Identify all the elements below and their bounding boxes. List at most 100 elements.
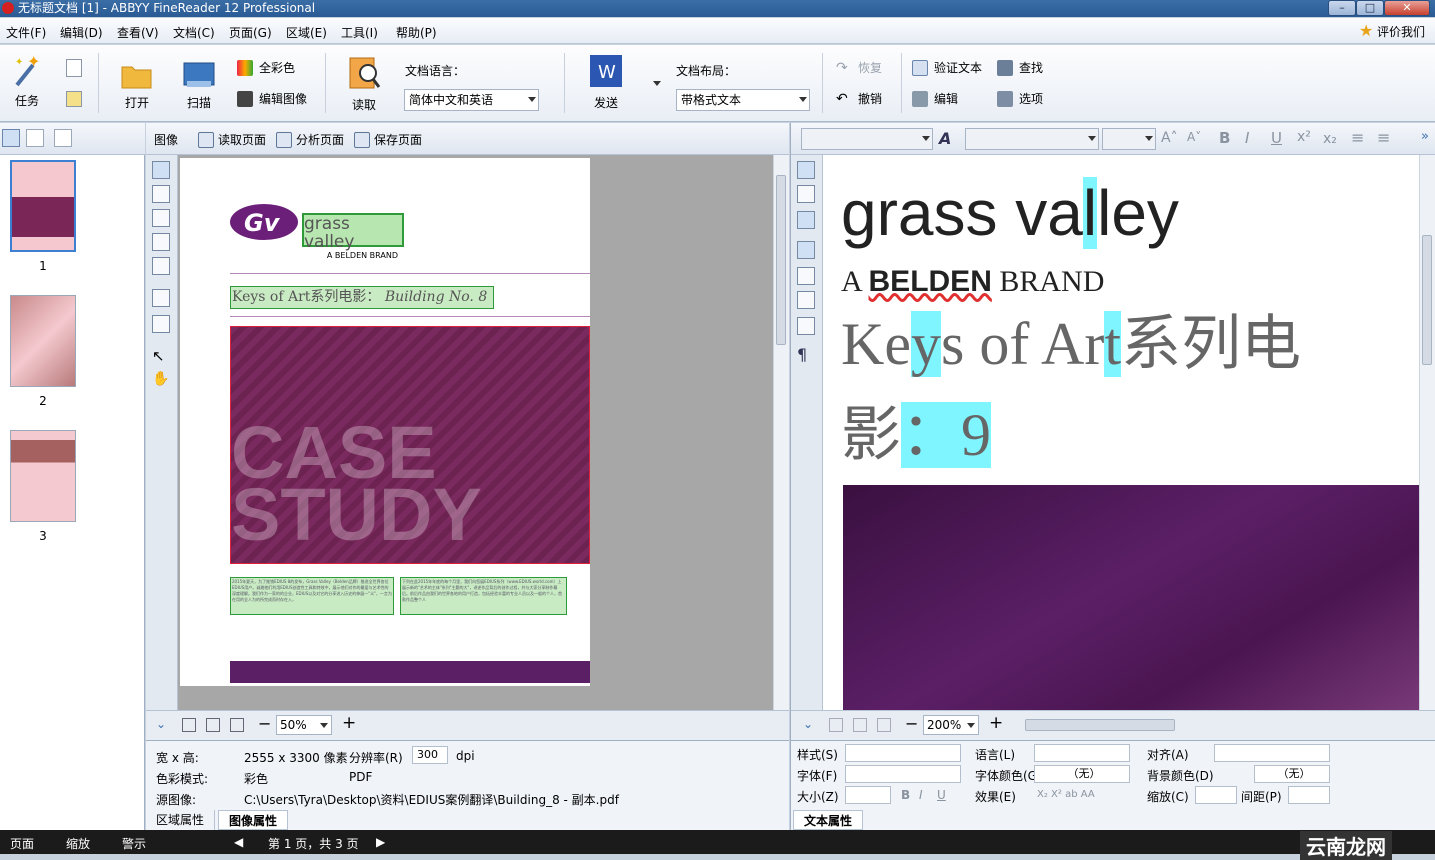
align-left-icon[interactable]: ≡ — [1351, 128, 1364, 147]
menu-edit[interactable]: 编辑(D) — [60, 24, 103, 41]
edit-image-button[interactable]: 编辑图像 — [237, 90, 307, 108]
fit-page-icon[interactable] — [829, 718, 843, 732]
menu-document[interactable]: 文档(C) — [173, 24, 215, 41]
zoom-out-icon[interactable]: − — [905, 714, 918, 733]
align-center-icon[interactable]: ≡ — [1377, 128, 1390, 147]
text-block-1[interactable]: 2015年夏天，为了推销EDIUS 8的发布，Grass Valley（Beld… — [230, 577, 394, 615]
delete-area-icon[interactable] — [152, 289, 170, 307]
font-color-field[interactable]: （无） — [1034, 765, 1130, 783]
menu-tools[interactable]: 工具(I) — [341, 24, 378, 41]
page-tool-icon[interactable] — [797, 185, 815, 203]
pointer-icon[interactable]: ↖ — [152, 347, 170, 365]
effect-icons[interactable]: X₂ X² ab AA — [1037, 789, 1095, 800]
style-select[interactable] — [801, 128, 933, 150]
superscript-icon[interactable]: x² — [1297, 129, 1311, 145]
tab-image-properties[interactable]: 图像属性 — [218, 810, 289, 830]
status-zoom[interactable]: 缩放 — [66, 835, 90, 852]
image-vertical-scrollbar[interactable] — [773, 155, 789, 710]
grow-font-icon[interactable]: A˄ — [1161, 130, 1178, 146]
fit-height-icon[interactable] — [877, 718, 891, 732]
tab-text-properties[interactable]: 文本属性 — [793, 810, 864, 830]
open-image-icon[interactable] — [66, 91, 82, 107]
close-button[interactable]: ✕ — [1384, 0, 1430, 16]
open-button[interactable]: 打开 — [115, 59, 159, 111]
zoom-in-icon[interactable]: + — [989, 713, 1003, 733]
fit-height-icon[interactable] — [230, 718, 244, 732]
bg-color-field[interactable]: （无） — [1254, 765, 1330, 783]
barcode-area-icon[interactable] — [152, 257, 170, 275]
page-thumbnail-2[interactable] — [10, 295, 76, 387]
order-areas-icon[interactable] — [152, 315, 170, 333]
text-tool-icon[interactable] — [797, 161, 815, 179]
next-page-icon[interactable]: ▶ — [376, 835, 385, 849]
logo-text-area[interactable]: grass valley A BELDEN BRAND — [302, 213, 404, 260]
subscript-icon[interactable]: x₂ — [1323, 131, 1337, 147]
menu-page[interactable]: 页面(G) — [229, 24, 272, 41]
spelling-icon[interactable] — [797, 241, 815, 259]
new-document-icon[interactable] — [66, 59, 82, 77]
shrink-font-icon[interactable]: A˅ — [1187, 130, 1201, 144]
hand-icon[interactable]: ✋ — [152, 371, 170, 389]
prev-page-icon[interactable]: ◀ — [234, 835, 243, 849]
doc-lang-select[interactable]: 简体中文和英语 — [404, 89, 539, 111]
read-page-button[interactable]: 读取页面 — [198, 131, 266, 148]
grid-view-icon[interactable] — [2, 129, 20, 147]
spacing-field[interactable] — [1288, 786, 1330, 804]
fit-width-icon[interactable] — [206, 718, 220, 732]
menu-area[interactable]: 区域(E) — [286, 24, 327, 41]
fit-page-icon[interactable] — [182, 718, 196, 732]
read-button[interactable]: 读取 — [341, 55, 387, 113]
send-dropdown-icon[interactable] — [653, 81, 661, 86]
style-field[interactable] — [845, 744, 961, 762]
scroll-thumb[interactable] — [776, 175, 786, 345]
tab-area-properties[interactable]: 区域属性 — [146, 810, 216, 830]
scroll-thumb[interactable] — [1422, 235, 1432, 365]
font-style-icon[interactable]: A — [939, 129, 951, 148]
picture-area-icon[interactable] — [152, 185, 170, 203]
menu-help[interactable]: 帮助(P) — [396, 24, 437, 41]
resolution-field[interactable]: 300 — [412, 746, 448, 764]
image-zoom-select[interactable]: 50% — [276, 715, 332, 735]
menu-file[interactable]: 文件(F) — [6, 24, 46, 41]
minimize-button[interactable]: – — [1328, 0, 1356, 16]
underline-icon[interactable]: U — [1271, 129, 1282, 147]
scan-button[interactable]: 扫描 — [177, 59, 221, 111]
status-warning[interactable]: 警示 — [122, 835, 146, 852]
italic-icon[interactable]: I — [919, 788, 923, 802]
text-block-2[interactable]: 下列在此2015年年底的每个月里，我们向您展EDIUS系列（www.EDIUS.… — [400, 577, 567, 615]
text-editor[interactable]: grass valley A BELDEN BRAND Keys of Art系… — [825, 155, 1420, 710]
redo-button[interactable]: ↷ 恢复 — [836, 59, 882, 77]
size-field[interactable] — [845, 786, 891, 804]
table-area-icon[interactable] — [152, 233, 170, 251]
page-thumbnail-1[interactable] — [10, 160, 76, 252]
save-page-button[interactable]: 保存页面 — [354, 131, 422, 148]
comment-icon[interactable] — [797, 317, 815, 335]
full-color-button[interactable]: 全彩色 — [237, 59, 295, 77]
zoom-in-icon[interactable]: + — [342, 713, 356, 733]
options-button[interactable]: 选项 — [997, 90, 1043, 108]
text-vertical-scrollbar[interactable] — [1419, 155, 1435, 710]
edit-button[interactable]: 编辑 — [912, 90, 958, 108]
background-picture-icon[interactable] — [152, 209, 170, 227]
maximize-button[interactable]: □ — [1356, 0, 1384, 16]
bold-icon[interactable]: B — [901, 788, 910, 802]
text-zoom-select[interactable]: 200% — [923, 715, 979, 735]
scale-field[interactable] — [1195, 786, 1237, 804]
verify-text-button[interactable]: 验证文本 — [912, 59, 982, 77]
horizontal-scroll-thumb[interactable] — [1025, 719, 1175, 731]
status-page[interactable]: 页面 — [10, 835, 34, 852]
collapse-icon[interactable]: ⌄ — [156, 717, 166, 731]
collapse-icon[interactable]: ⌄ — [803, 717, 813, 731]
zoom-out-icon[interactable]: − — [258, 714, 271, 733]
align-field[interactable] — [1214, 744, 1330, 762]
send-button[interactable]: W 发送 — [586, 53, 626, 111]
case-study-picture-area[interactable]: CASE STUDY — [230, 326, 590, 564]
font-field[interactable] — [845, 765, 961, 783]
font-size-select[interactable] — [1102, 128, 1156, 150]
underline-icon[interactable]: U — [937, 788, 946, 802]
rate-us-button[interactable]: 评价我们 — [1355, 21, 1431, 41]
find-button[interactable]: 查找 — [997, 59, 1043, 77]
find-text-icon[interactable] — [797, 267, 815, 285]
task-button[interactable]: ✦ ✦ 任务 — [6, 52, 48, 109]
language-field[interactable] — [1034, 744, 1130, 762]
